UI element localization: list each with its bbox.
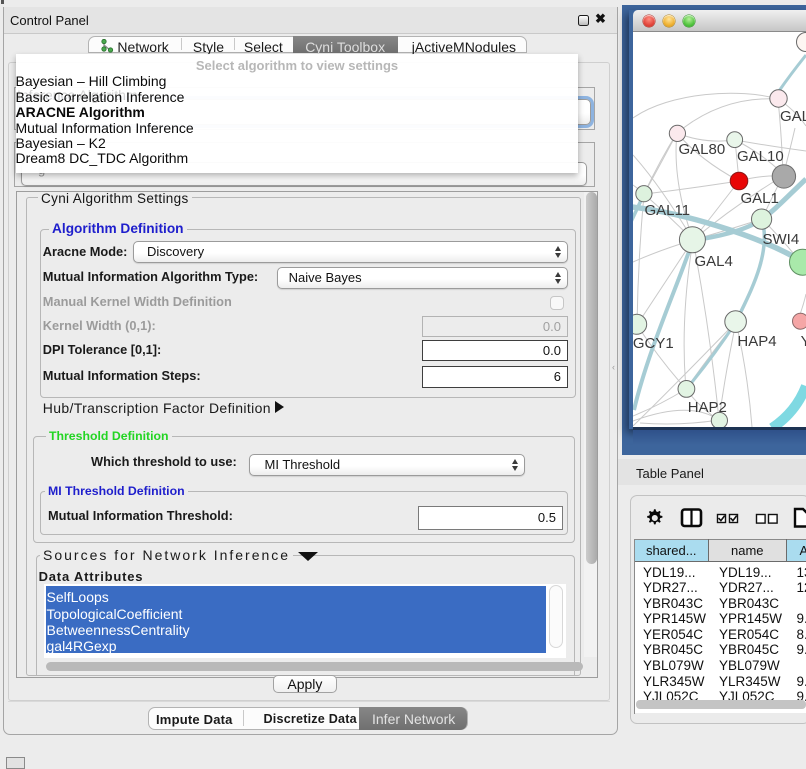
svg-text:HAP4: HAP4 bbox=[737, 333, 776, 350]
svg-text:GAL11: GAL11 bbox=[645, 202, 691, 219]
svg-text:GAL4: GAL4 bbox=[695, 253, 733, 270]
svg-text:Y: Y bbox=[801, 333, 806, 350]
svg-text:HAP2: HAP2 bbox=[688, 399, 727, 416]
svg-text:GAL10: GAL10 bbox=[737, 148, 784, 165]
svg-text:GAL80: GAL80 bbox=[679, 141, 726, 158]
svg-text:GAL7: GAL7 bbox=[780, 108, 806, 125]
svg-text:GCY1: GCY1 bbox=[633, 335, 674, 352]
svg-text:SWI4: SWI4 bbox=[763, 231, 800, 248]
svg-text:GAL1: GAL1 bbox=[741, 190, 779, 207]
